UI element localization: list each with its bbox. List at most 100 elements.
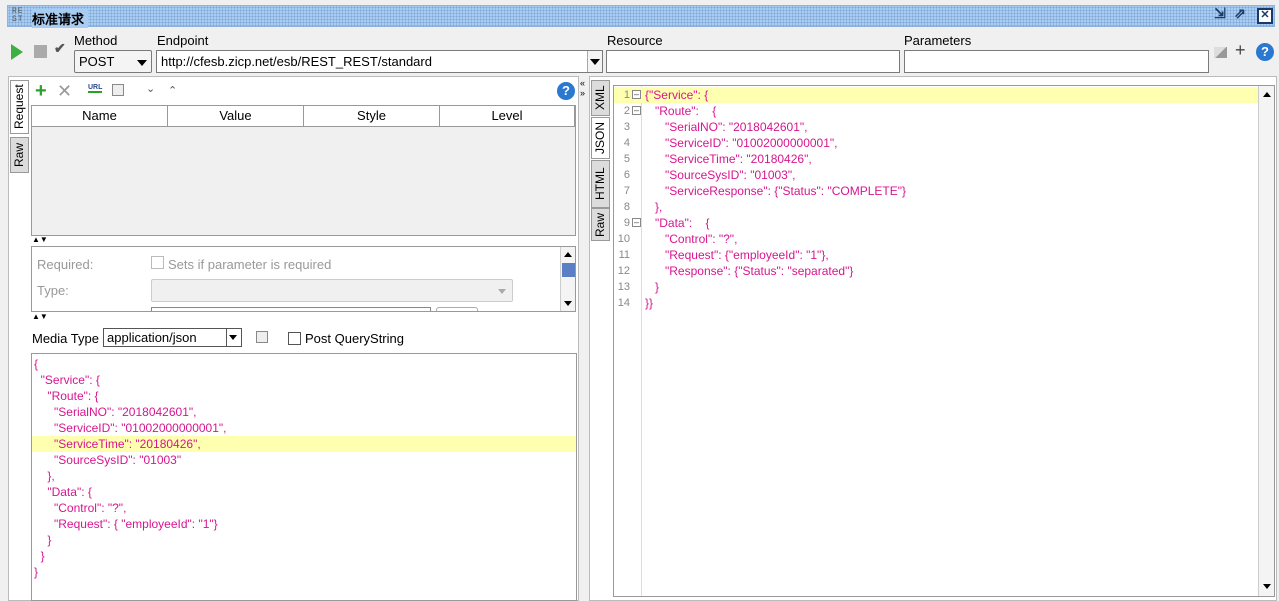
stop-icon[interactable] bbox=[34, 45, 47, 58]
scroll-up-icon[interactable] bbox=[564, 252, 572, 257]
help-icon[interactable]: ? bbox=[557, 82, 575, 100]
resource-input[interactable] bbox=[606, 50, 900, 73]
type-select[interactable] bbox=[151, 279, 513, 302]
column-value[interactable]: Value bbox=[168, 106, 304, 127]
add-icon[interactable]: + bbox=[1235, 40, 1246, 61]
post-querystring-label: Post QueryString bbox=[305, 331, 404, 346]
response-line: 6 "SourceSysID": "01003", bbox=[614, 167, 1258, 183]
method-value: POST bbox=[79, 54, 115, 69]
move-down-icon[interactable]: ⌄ bbox=[146, 82, 155, 95]
tab-raw[interactable]: Raw bbox=[10, 137, 29, 173]
refresh-icon[interactable] bbox=[112, 84, 124, 96]
line-number: 7 bbox=[623, 185, 630, 197]
response-line: 7 "ServiceResponse": {"Status": "COMPLET… bbox=[614, 183, 1258, 199]
response-line: 9– "Data": { bbox=[614, 215, 1258, 231]
code-line: } bbox=[34, 533, 52, 547]
code-line: }, bbox=[34, 469, 55, 483]
add-param-icon[interactable]: + bbox=[35, 80, 47, 103]
fold-toggle-icon[interactable]: – bbox=[632, 90, 641, 99]
collapse-panel-icon[interactable]: «» bbox=[580, 78, 585, 98]
code-line: "Service": { bbox=[34, 373, 100, 387]
chevron-down-icon bbox=[137, 60, 147, 66]
response-viewer[interactable]: 1– {"Service": {2– "Route": {3 "SerialNO"… bbox=[613, 85, 1275, 597]
endpoint-label: Endpoint bbox=[157, 33, 209, 48]
code-line: { bbox=[34, 357, 39, 371]
response-line: 13 } bbox=[614, 279, 1258, 295]
options-button[interactable] bbox=[436, 307, 478, 311]
column-style[interactable]: Style bbox=[304, 106, 440, 127]
scroll-down-icon[interactable] bbox=[564, 301, 572, 306]
code-line: "Route": { bbox=[34, 389, 99, 403]
media-type-select[interactable]: application/json bbox=[103, 328, 242, 347]
tab-request[interactable]: Request bbox=[10, 80, 29, 134]
remove-param-icon[interactable]: ✕ bbox=[57, 81, 72, 102]
endpoint-input[interactable]: http://cfesb.zicp.net/esb/REST_REST/stan… bbox=[156, 50, 603, 73]
line-number: 9 bbox=[623, 217, 630, 229]
method-select[interactable]: POST bbox=[74, 50, 152, 73]
code-text: }, bbox=[645, 200, 663, 214]
refresh-icon[interactable] bbox=[256, 331, 268, 343]
response-line: 5 "ServiceTime": "20180426", bbox=[614, 151, 1258, 167]
code-text: "ServiceID": "01002000000001", bbox=[645, 136, 838, 150]
scroll-thumb[interactable] bbox=[562, 263, 575, 277]
response-line: 10 "Control": "?", bbox=[614, 231, 1258, 247]
required-checkbox-label: Sets if parameter is required bbox=[168, 257, 332, 272]
line-number: 1 bbox=[623, 89, 630, 101]
line-number: 12 bbox=[617, 265, 630, 277]
scroll-up-icon[interactable] bbox=[1263, 92, 1271, 97]
tab-xml[interactable]: XML bbox=[591, 80, 610, 116]
code-text: "Control": "?", bbox=[645, 232, 738, 246]
splitter-handle[interactable]: ▲▼ bbox=[32, 312, 48, 321]
response-line: 2– "Route": { bbox=[614, 103, 1258, 119]
run-icon[interactable] bbox=[11, 44, 23, 60]
chevron-down-icon bbox=[498, 289, 506, 294]
code-text: {"Service": { bbox=[645, 88, 709, 102]
code-text: "Data": { bbox=[645, 216, 710, 230]
scrollbar[interactable] bbox=[1258, 86, 1274, 596]
code-text: "SerialNO": "2018042601", bbox=[645, 120, 808, 134]
line-number: 13 bbox=[617, 281, 630, 293]
code-text: "Response": {"Status": "separated"} bbox=[645, 264, 854, 278]
media-type-label: Media Type bbox=[32, 331, 99, 346]
move-up-icon[interactable]: ⌃ bbox=[168, 84, 177, 97]
param-properties-panel: Required: Sets if parameter is required … bbox=[31, 246, 576, 312]
tab-html[interactable]: HTML bbox=[591, 160, 610, 208]
chevron-down-icon bbox=[590, 59, 600, 65]
line-number: 10 bbox=[617, 233, 630, 245]
fold-toggle-icon[interactable]: – bbox=[632, 106, 641, 115]
line-number: 3 bbox=[623, 121, 630, 133]
response-line: 8 }, bbox=[614, 199, 1258, 215]
code-text: "Route": { bbox=[645, 104, 717, 118]
scrollbar[interactable] bbox=[560, 247, 575, 311]
tab-raw[interactable]: Raw bbox=[591, 208, 610, 241]
endpoint-dropdown-button[interactable] bbox=[587, 51, 602, 72]
splitter-handle[interactable]: ▲▼ bbox=[32, 235, 48, 244]
help-icon[interactable]: ? bbox=[1256, 43, 1274, 61]
column-name[interactable]: Name bbox=[32, 106, 168, 127]
validate-icon[interactable]: ✔ bbox=[54, 40, 66, 57]
scroll-down-icon[interactable] bbox=[1263, 584, 1271, 589]
fold-toggle-icon[interactable]: – bbox=[632, 218, 641, 227]
code-text: } bbox=[645, 280, 660, 294]
post-querystring-checkbox[interactable] bbox=[288, 332, 301, 345]
maximize-icon[interactable]: ⇗ bbox=[1232, 6, 1248, 24]
tab-json[interactable]: JSON bbox=[591, 117, 610, 159]
required-checkbox[interactable] bbox=[151, 256, 164, 269]
url-icon[interactable]: URL bbox=[88, 84, 103, 93]
code-line: "ServiceID": "01002000000001", bbox=[34, 421, 227, 435]
close-icon[interactable]: ✕ bbox=[1257, 8, 1273, 24]
response-line: 3 "SerialNO": "2018042601", bbox=[614, 119, 1258, 135]
parameters-input[interactable] bbox=[904, 50, 1209, 73]
endpoint-value: http://cfesb.zicp.net/esb/REST_REST/stan… bbox=[161, 54, 432, 69]
line-number: 4 bbox=[623, 137, 630, 149]
code-line: "Control": "?", bbox=[34, 501, 127, 515]
response-line: 11 "Request": {"employeeId": "1"}, bbox=[614, 247, 1258, 263]
media-type-value: application/json bbox=[107, 330, 197, 345]
code-line: "SerialNO": "2018042601", bbox=[34, 405, 197, 419]
clear-params-icon[interactable] bbox=[1214, 47, 1227, 58]
request-body-editor[interactable]: { "Service": { "Route": { "SerialNO": "2… bbox=[31, 353, 577, 601]
minimize-icon[interactable]: ⇲ bbox=[1212, 6, 1228, 24]
column-level[interactable]: Level bbox=[440, 106, 575, 127]
code-text: "ServiceResponse": {"Status": "COMPLETE"… bbox=[645, 184, 906, 198]
default-input[interactable] bbox=[151, 307, 431, 311]
